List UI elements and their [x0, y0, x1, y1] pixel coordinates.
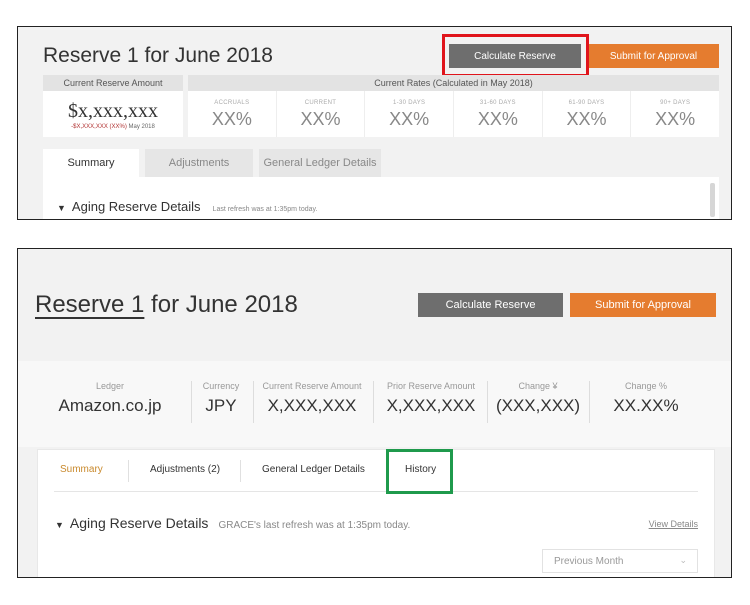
stat-change-percent: Change % XX.XX% [613, 381, 679, 415]
page-title: Reserve 1 for June 2018 [35, 291, 298, 318]
tab-bar: Summary Adjustments (2) General Ledger D… [54, 450, 698, 492]
tab-general-ledger-details[interactable]: General Ledger Details [262, 464, 365, 475]
stat-prior-reserve: Prior Reserve Amount X,XXX,XXX [386, 381, 476, 415]
collapse-triangle-icon[interactable]: ▼ [57, 203, 66, 213]
divider [373, 381, 374, 423]
rate-61-90-days: 61-90 DAYS XX% [543, 91, 632, 137]
stat-change-yen: Change ¥ (XXX,XXX) [495, 381, 581, 415]
current-reserve-header: Current Reserve Amount [43, 75, 183, 91]
rate-31-60-days: 31-60 DAYS XX% [454, 91, 543, 137]
highlight-annotation-red [442, 34, 589, 77]
reserve-title-link[interactable]: Reserve 1 [35, 291, 144, 318]
calculate-reserve-button[interactable]: Calculate Reserve [418, 293, 563, 317]
current-rates-header: Current Rates (Calculated in May 2018) [188, 75, 719, 91]
tab-summary[interactable]: Summary [60, 464, 103, 475]
highlight-annotation-green [386, 449, 453, 494]
aging-reserve-section[interactable]: ▼ Aging Reserve Details Last refresh was a… [57, 199, 317, 214]
tab-general-ledger-details[interactable]: General Ledger Details [259, 149, 381, 177]
reserve-screen-after: Reserve 1 for June 2018 Calculate Reserv… [17, 248, 732, 578]
refresh-status: GRACE's last refresh was at 1:35pm today… [218, 520, 411, 531]
divider [253, 381, 254, 423]
view-details-link[interactable]: View Details [649, 519, 698, 529]
current-rates-row: ACCRUALS XX% CURRENT XX% 1-30 DAYS XX% 31-6… [188, 91, 719, 137]
submit-for-approval-button[interactable]: Submit for Approval [570, 293, 716, 317]
aging-reserve-title: Aging Reserve Details [71, 199, 201, 214]
divider [589, 381, 590, 423]
current-reserve-change: -$X,XXX,XXX (XX%) May 2018 [71, 124, 155, 130]
details-card: Summary Adjustments (2) General Ledger D… [37, 449, 715, 577]
tab-adjustments[interactable]: Adjustments (2) [150, 464, 220, 475]
current-reserve-box: $x,xxx,xxx -$X,XXX,XXX (XX%) May 2018 [43, 91, 183, 137]
divider [191, 381, 192, 423]
divider [487, 381, 488, 423]
aging-reserve-title: Aging Reserve Details [69, 515, 209, 531]
chevron-down-icon: ⌄ [679, 555, 687, 565]
period-select-value: Previous Month [554, 555, 624, 567]
rate-1-30-days: 1-30 DAYS XX% [365, 91, 455, 137]
stat-currency: Currency JPY [202, 381, 240, 415]
tab-bar: Summary Adjustments General Ledger Detai… [43, 149, 387, 177]
tab-summary[interactable]: Summary [43, 149, 139, 177]
refresh-status: Last refresh was at 1:35pm today. [212, 206, 318, 213]
divider [240, 460, 241, 482]
period-select[interactable]: Previous Month ⌄ [542, 549, 698, 573]
rate-current: CURRENT XX% [277, 91, 366, 137]
tab-adjustments[interactable]: Adjustments [145, 149, 253, 177]
divider [128, 460, 129, 482]
current-reserve-value: $x,xxx,xxx [68, 100, 158, 122]
submit-for-approval-button[interactable]: Submit for Approval [588, 44, 719, 68]
rate-90-plus-days: 90+ DAYS XX% [655, 100, 696, 129]
rate-accruals: ACCRUALS XX% [188, 91, 277, 137]
aging-reserve-section[interactable]: ▼ Aging Reserve Details GRACE's last refre… [55, 515, 410, 531]
reserve-screen-before: Reserve 1 for June 2018 Calculate Reserv… [17, 26, 732, 220]
summary-content: ▼ Aging Reserve Details Last refresh was a… [43, 177, 719, 219]
collapse-triangle-icon[interactable]: ▼ [55, 520, 64, 530]
stat-ledger: Ledger Amazon.co.jp [58, 381, 162, 415]
stat-current-reserve: Current Reserve Amount X,XXX,XXX [262, 381, 362, 415]
page-title: Reserve 1 for June 2018 [43, 44, 273, 67]
scrollbar[interactable] [710, 183, 715, 217]
